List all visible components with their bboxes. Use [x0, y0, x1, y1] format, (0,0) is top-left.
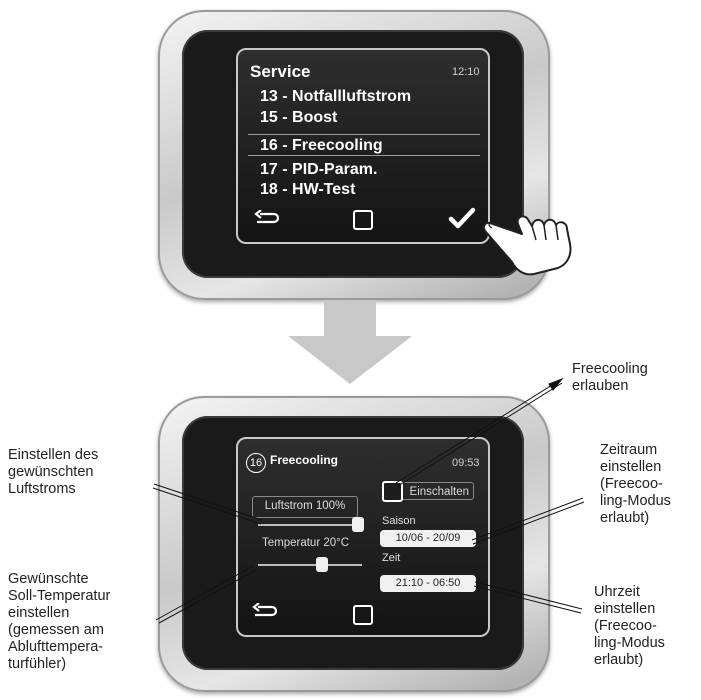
annotation-line: ling-Modus — [600, 493, 671, 509]
annotation-line: Ablufttempera- — [8, 639, 104, 655]
annotation-line: ling-Modus — [594, 635, 665, 651]
callout-freecooling-allow — [395, 377, 564, 487]
annotation-period: Zeitraum einstellen (Freecoo- ling-Modus… — [600, 442, 671, 527]
callout-airflow — [152, 483, 263, 525]
annotation-line: Soll-Temperatur — [8, 588, 111, 604]
annotation-line: (gemessen am — [8, 622, 104, 638]
callout-clock-time — [473, 581, 583, 614]
annotation-freecooling-allow: Freecooling erlauben — [572, 361, 648, 395]
annotation-line: turfühler) — [8, 656, 67, 672]
annotation-line: einstellen — [594, 601, 656, 617]
annotation-clock-time: Uhrzeit einstellen (Freecoo- ling-Modus … — [594, 584, 665, 669]
annotation-line: Einstellen des — [8, 447, 99, 463]
annotation-line: Gewünschte — [8, 571, 89, 587]
callout-period — [471, 497, 585, 545]
annotation-line: einstellen — [600, 459, 662, 475]
annotation-temperature: Gewünschte Soll-Temperatur einstellen (g… — [8, 571, 110, 673]
annotation-airflow: Einstellen des gewünschten Luftstroms — [8, 447, 98, 498]
annotation-line: (Freecoo- — [600, 476, 663, 492]
annotation-line: gewünschten — [8, 464, 94, 480]
annotation-line: Zeitraum — [600, 442, 658, 458]
annotation-line: erlaubt) — [600, 510, 650, 526]
annotation-line: Uhrzeit — [594, 584, 640, 600]
annotation-line: erlaubt) — [594, 652, 644, 668]
annotation-line: Luftstroms — [8, 481, 76, 497]
annotation-line: erlauben — [572, 378, 629, 394]
annotation-line: Freecooling — [572, 361, 648, 377]
callout-temperature — [155, 565, 257, 624]
annotation-line: einstellen — [8, 605, 70, 621]
annotation-line: (Freecoo- — [594, 618, 657, 634]
